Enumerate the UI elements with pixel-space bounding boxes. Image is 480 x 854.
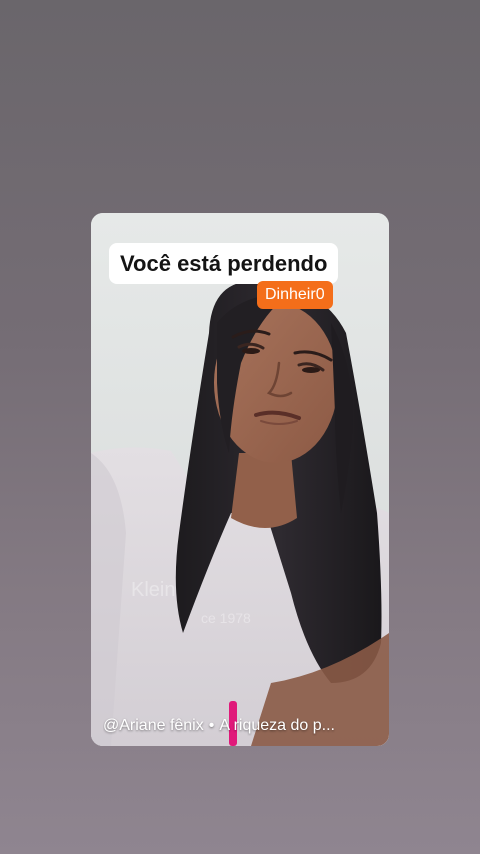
- attribution-separator: •: [208, 717, 215, 734]
- story-card[interactable]: Klein ce 1978 Você está perdendo Dinheir…: [91, 213, 389, 746]
- source-title[interactable]: A riqueza do p...: [219, 717, 335, 734]
- story-attribution[interactable]: @Ariane fênix • A riqueza do p...: [103, 716, 379, 736]
- shirt-print-line2: ce 1978: [201, 610, 251, 626]
- caption-title-sticker: Você está perdendo: [109, 243, 339, 284]
- caption-badge-sticker: Dinheir0: [257, 281, 333, 309]
- shirt-print-line1: Klein: [131, 579, 175, 601]
- story-photo: Klein ce 1978: [91, 213, 389, 746]
- author-handle[interactable]: @Ariane fênix: [103, 717, 204, 734]
